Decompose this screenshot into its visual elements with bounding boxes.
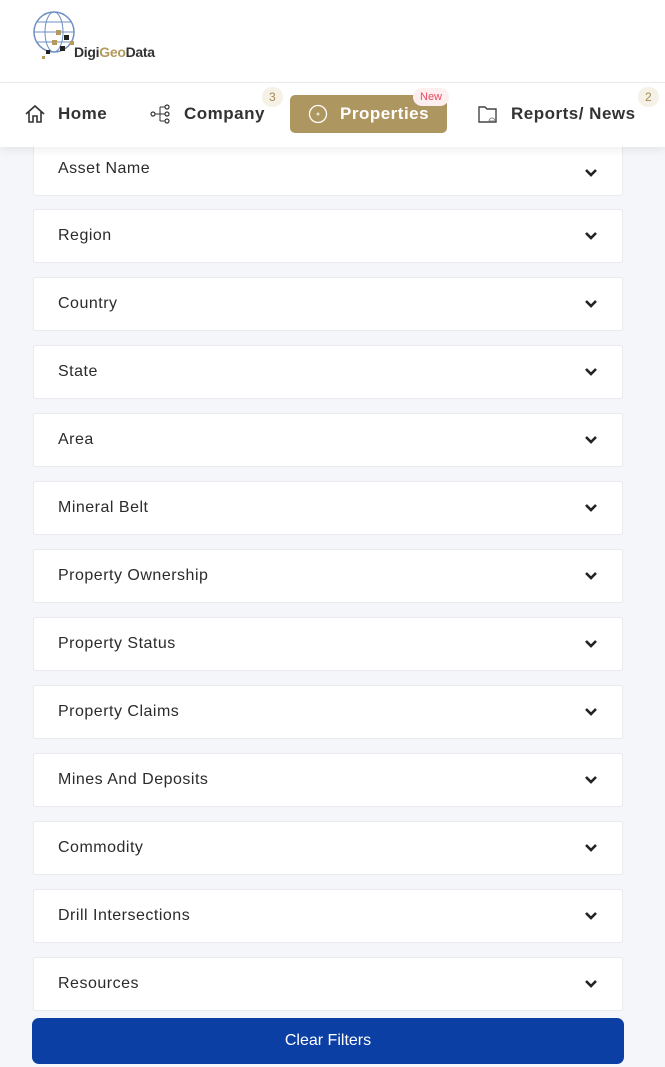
filter-accordion-state[interactable]: State bbox=[33, 345, 623, 399]
chevron-down-icon bbox=[585, 232, 597, 240]
home-icon bbox=[25, 104, 45, 123]
nav-home[interactable]: Home bbox=[24, 95, 107, 133]
logo[interactable]: DigiGeoData bbox=[32, 8, 172, 66]
chevron-down-icon bbox=[585, 572, 597, 580]
filter-accordion-mines-and-deposits[interactable]: Mines And Deposits bbox=[33, 753, 623, 807]
main-nav: Home Company 3 Properties New Reports/ N… bbox=[0, 83, 665, 147]
reports-count-badge: 2 bbox=[638, 87, 659, 107]
nav-label: Properties bbox=[340, 104, 430, 123]
filter-accordion-property-claims[interactable]: Property Claims bbox=[33, 685, 623, 739]
filter-label: Property Ownership bbox=[58, 567, 209, 584]
chevron-down-icon bbox=[585, 912, 597, 920]
filter-accordion-area[interactable]: Area bbox=[33, 413, 623, 467]
company-count-badge: 3 bbox=[262, 87, 283, 107]
filter-label: Mineral Belt bbox=[58, 499, 149, 516]
hierarchy-icon bbox=[150, 104, 170, 124]
chevron-down-icon bbox=[585, 368, 597, 376]
chevron-down-icon bbox=[585, 776, 597, 784]
logo-text: DigiGeoData bbox=[74, 44, 155, 60]
filter-label: Property Claims bbox=[58, 703, 180, 720]
chevron-down-icon bbox=[585, 980, 597, 988]
filter-label: Mines And Deposits bbox=[58, 771, 209, 788]
filter-accordion-region[interactable]: Region bbox=[33, 209, 623, 263]
nav-reports-news[interactable]: Reports/ News bbox=[477, 95, 636, 133]
filter-label: Property Status bbox=[58, 635, 176, 652]
filter-label: Commodity bbox=[58, 839, 144, 856]
filter-label: Resources bbox=[58, 975, 139, 992]
chevron-down-icon bbox=[585, 169, 597, 177]
nav-company[interactable]: Company bbox=[150, 95, 265, 133]
filter-label: Area bbox=[58, 431, 94, 448]
filter-label: Drill Intersections bbox=[58, 907, 191, 924]
filter-label: State bbox=[58, 363, 98, 380]
chevron-down-icon bbox=[585, 436, 597, 444]
new-badge: New bbox=[413, 88, 450, 106]
folder-icon bbox=[478, 106, 497, 123]
filter-label: Country bbox=[58, 295, 118, 312]
filter-accordion-resources[interactable]: Resources bbox=[33, 957, 623, 1011]
filter-label: Region bbox=[58, 227, 112, 244]
filter-accordion-asset-name[interactable]: Asset Name bbox=[33, 141, 623, 196]
target-icon bbox=[308, 104, 328, 124]
nav-label: Reports/ News bbox=[511, 104, 636, 123]
chevron-down-icon bbox=[585, 504, 597, 512]
chevron-down-icon bbox=[585, 640, 597, 648]
nav-label: Company bbox=[184, 104, 265, 123]
filter-accordion-mineral-belt[interactable]: Mineral Belt bbox=[33, 481, 623, 535]
header: DigiGeoData bbox=[0, 0, 665, 83]
clear-filters-button[interactable]: Clear Filters bbox=[32, 1018, 624, 1064]
chevron-down-icon bbox=[585, 844, 597, 852]
chevron-down-icon bbox=[585, 300, 597, 308]
filter-label: Asset Name bbox=[58, 160, 151, 177]
chevron-down-icon bbox=[585, 708, 597, 716]
filter-accordion-property-ownership[interactable]: Property Ownership bbox=[33, 549, 623, 603]
filter-accordion-country[interactable]: Country bbox=[33, 277, 623, 331]
nav-label: Home bbox=[58, 104, 108, 123]
filter-accordion-property-status[interactable]: Property Status bbox=[33, 617, 623, 671]
filter-accordion-drill-intersections[interactable]: Drill Intersections bbox=[33, 889, 623, 943]
filter-accordion-commodity[interactable]: Commodity bbox=[33, 821, 623, 875]
